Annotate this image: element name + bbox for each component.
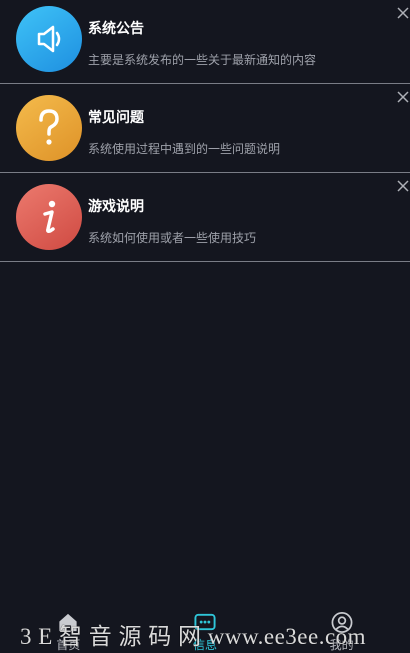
item-description: 系统如何使用或者一些使用技巧 <box>88 231 257 245</box>
close-icon[interactable] <box>396 6 410 20</box>
item-title: 常见问题 <box>88 110 144 126</box>
message-list: 系统公告 主要是系统发布的一些关于最新通知的内容 常见问题 系统使用过程中遇到的… <box>0 0 410 262</box>
item-description: 主要是系统发布的一些关于最新通知的内容 <box>88 53 317 67</box>
close-icon[interactable] <box>396 90 410 104</box>
list-item-faq[interactable]: 常见问题 系统使用过程中遇到的一些问题说明 <box>0 84 410 173</box>
list-item-announcement[interactable]: 系统公告 主要是系统发布的一些关于最新通知的内容 <box>0 0 410 84</box>
list-item-game-guide[interactable]: 游戏说明 系统如何使用或者一些使用技巧 <box>0 173 410 262</box>
item-title: 游戏说明 <box>88 199 144 215</box>
item-title: 系统公告 <box>88 21 144 37</box>
speaker-icon <box>16 6 82 72</box>
item-description: 系统使用过程中遇到的一些问题说明 <box>88 142 281 156</box>
watermark-text: 3 E 智 音 源 码 网 www.ee3ee.com <box>20 624 367 649</box>
question-icon <box>16 95 82 161</box>
info-icon <box>16 184 82 250</box>
close-icon[interactable] <box>396 179 410 193</box>
